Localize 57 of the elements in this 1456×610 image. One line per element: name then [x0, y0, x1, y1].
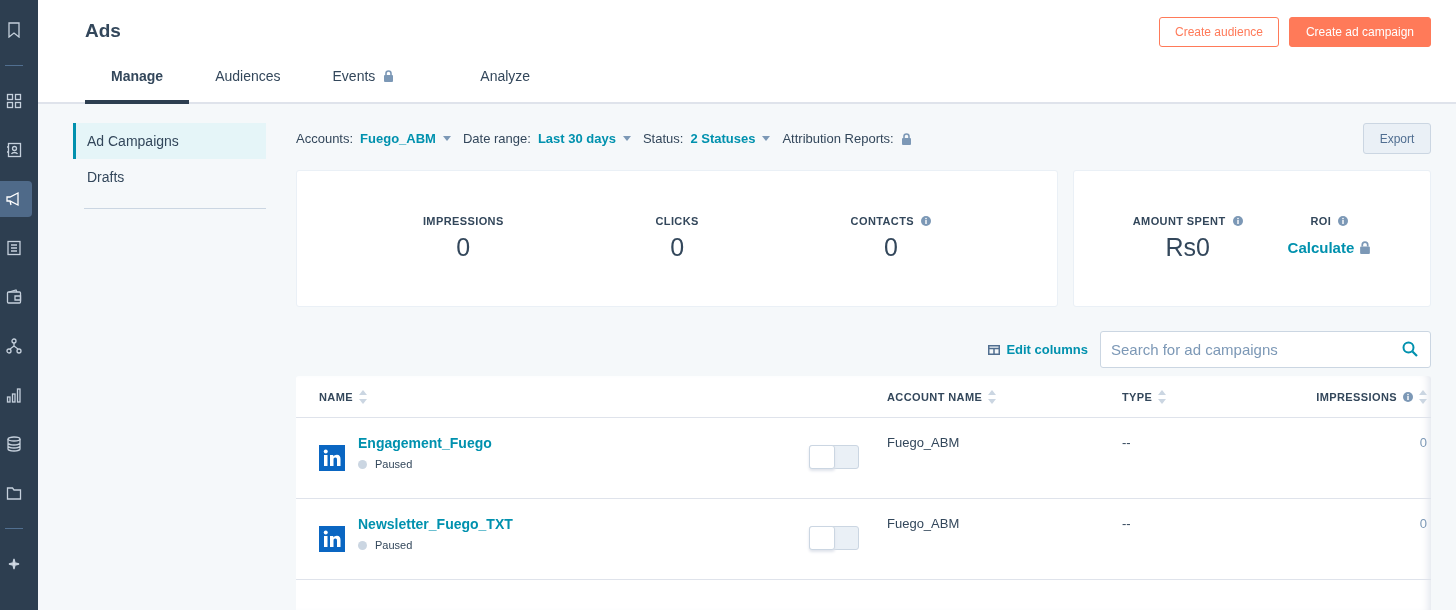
lock-icon — [900, 132, 912, 145]
metric-value: 0 — [670, 233, 685, 262]
megaphone-icon[interactable] — [0, 181, 32, 217]
metric-value: 0 — [456, 233, 471, 262]
linkedin-icon — [319, 445, 345, 471]
column-header[interactable]: IMPRESSIONS — [1316, 390, 1397, 403]
filter-label: Status: — [642, 131, 684, 146]
status-label: Paused — [375, 458, 413, 470]
lock-icon — [1359, 241, 1372, 254]
info-icon — [921, 216, 932, 226]
lock-icon — [383, 70, 395, 82]
metric-value: Rs0 — [1165, 233, 1210, 262]
filter-label: Attribution Reports: — [782, 131, 894, 146]
caret-icon — [442, 136, 451, 141]
table-cell: 0 — [1419, 516, 1427, 531]
filter-dropdown[interactable]: 2 Statuses — [690, 131, 771, 146]
table-cell: Fuego_ABM — [887, 435, 960, 450]
toggle-switch[interactable] — [809, 526, 859, 550]
status-dot — [358, 540, 367, 550]
table-cell: Fuego_ABM — [887, 516, 960, 531]
export-button[interactable]: Export — [1363, 123, 1431, 154]
caret-icon — [762, 136, 771, 141]
sidebar-item[interactable]: Ad Campaigns — [73, 123, 266, 159]
column-header[interactable]: NAME — [319, 390, 353, 403]
columns-icon — [988, 344, 1001, 355]
metric-label: CLICKS — [655, 215, 699, 227]
search-field[interactable]: Search for ad campaigns — [1100, 331, 1431, 368]
filter-label: Date range: — [462, 131, 531, 146]
status-label: Paused — [375, 539, 413, 551]
metric-label: AMOUNT SPENT — [1132, 215, 1226, 227]
table-cell: 0 — [1419, 435, 1427, 450]
table-cell: -- — [1122, 435, 1131, 450]
status-dot — [358, 459, 367, 469]
campaign-link[interactable]: Engagement_Fuego — [358, 435, 809, 451]
linkedin-icon — [319, 526, 345, 552]
tab[interactable]: Analyze — [454, 68, 557, 104]
info-icon — [1232, 216, 1243, 226]
metric-value: 0 — [883, 233, 898, 262]
search-icon — [1402, 341, 1418, 357]
toggle-switch[interactable] — [809, 445, 859, 469]
sidebar-item[interactable]: Drafts — [73, 159, 266, 195]
caret-icon — [622, 136, 631, 141]
column-header[interactable]: ACCOUNT NAME — [887, 390, 983, 403]
page-title: Ads — [85, 20, 121, 42]
metric-label: IMPRESSIONS — [422, 215, 504, 227]
calculate-link[interactable]: Calculate — [1287, 239, 1355, 256]
metric-label: CONTACTS — [850, 215, 915, 227]
column-header[interactable]: TYPE — [1122, 390, 1153, 403]
tab[interactable]: Audiences — [189, 68, 307, 104]
info-icon — [1338, 215, 1349, 226]
metric-label: ROI — [1310, 214, 1332, 227]
campaign-link[interactable]: Newsletter_Fuego_TXT — [358, 516, 809, 532]
table-cell: -- — [1122, 516, 1131, 531]
info-icon — [1403, 391, 1413, 402]
edit-columns-button[interactable]: Edit columns — [988, 342, 1088, 357]
filter-label: Accounts: — [296, 131, 354, 146]
tab[interactable]: Events — [306, 68, 455, 104]
